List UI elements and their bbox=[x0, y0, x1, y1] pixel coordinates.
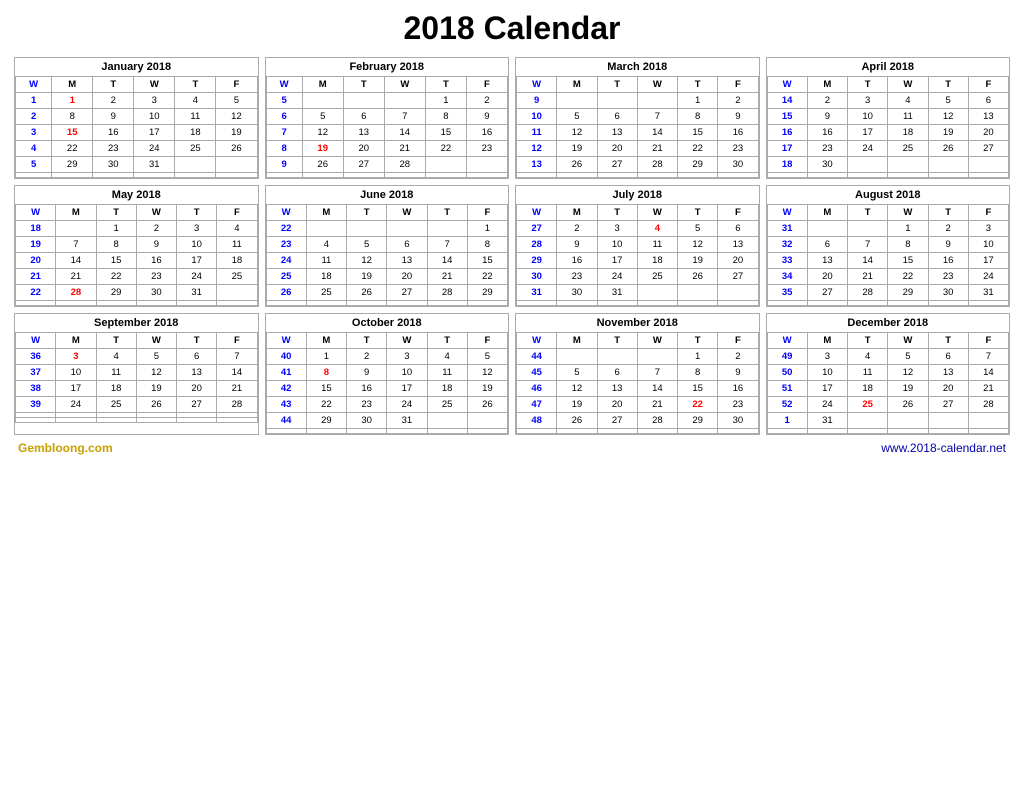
month-june: June 2018 WMTWTF 221 2345678 24111213141… bbox=[265, 185, 510, 307]
month-april: April 2018 WMTWTF 1423456 15910111213 16… bbox=[766, 57, 1011, 179]
month-march: March 2018 WMTWTF 912 1056789 1112131415… bbox=[515, 57, 760, 179]
month-title-april: April 2018 bbox=[767, 58, 1010, 76]
month-title-june: June 2018 bbox=[266, 186, 509, 204]
month-september: September 2018 WMTWTF 3634567 3710111213… bbox=[14, 313, 259, 435]
month-july: July 2018 WMTWTF 2723456 28910111213 291… bbox=[515, 185, 760, 307]
month-december: December 2018 WMTWTF 4934567 50101112131… bbox=[766, 313, 1011, 435]
footer-left-brand: Gembloong.com bbox=[18, 441, 113, 455]
month-title-september: September 2018 bbox=[15, 314, 258, 332]
month-title-august: August 2018 bbox=[767, 186, 1010, 204]
month-may: May 2018 WMTWTF 181234 197891011 2014151… bbox=[14, 185, 259, 307]
month-october: October 2018 WMTWTF 4012345 4189101112 4… bbox=[265, 313, 510, 435]
month-august: August 2018 WMTWTF 31123 32678910 331314… bbox=[766, 185, 1011, 307]
month-title-march: March 2018 bbox=[516, 58, 759, 76]
month-january: January 2018 WMTWTF 112345 289101112 315… bbox=[14, 57, 259, 179]
page-title: 2018 Calendar bbox=[10, 10, 1014, 47]
month-title-november: November 2018 bbox=[516, 314, 759, 332]
month-title-february: February 2018 bbox=[266, 58, 509, 76]
month-title-may: May 2018 bbox=[15, 186, 258, 204]
month-title-january: January 2018 bbox=[15, 58, 258, 76]
month-february: February 2018 WMTWTF 512 656789 71213141… bbox=[265, 57, 510, 179]
month-title-december: December 2018 bbox=[767, 314, 1010, 332]
footer: Gembloong.com www.2018-calendar.net bbox=[10, 435, 1014, 457]
calendars-grid: January 2018 WMTWTF 112345 289101112 315… bbox=[10, 57, 1014, 435]
footer-right-url: www.2018-calendar.net bbox=[881, 441, 1006, 455]
month-title-july: July 2018 bbox=[516, 186, 759, 204]
month-title-october: October 2018 bbox=[266, 314, 509, 332]
month-november: November 2018 WMTWTF 4412 4556789 461213… bbox=[515, 313, 760, 435]
